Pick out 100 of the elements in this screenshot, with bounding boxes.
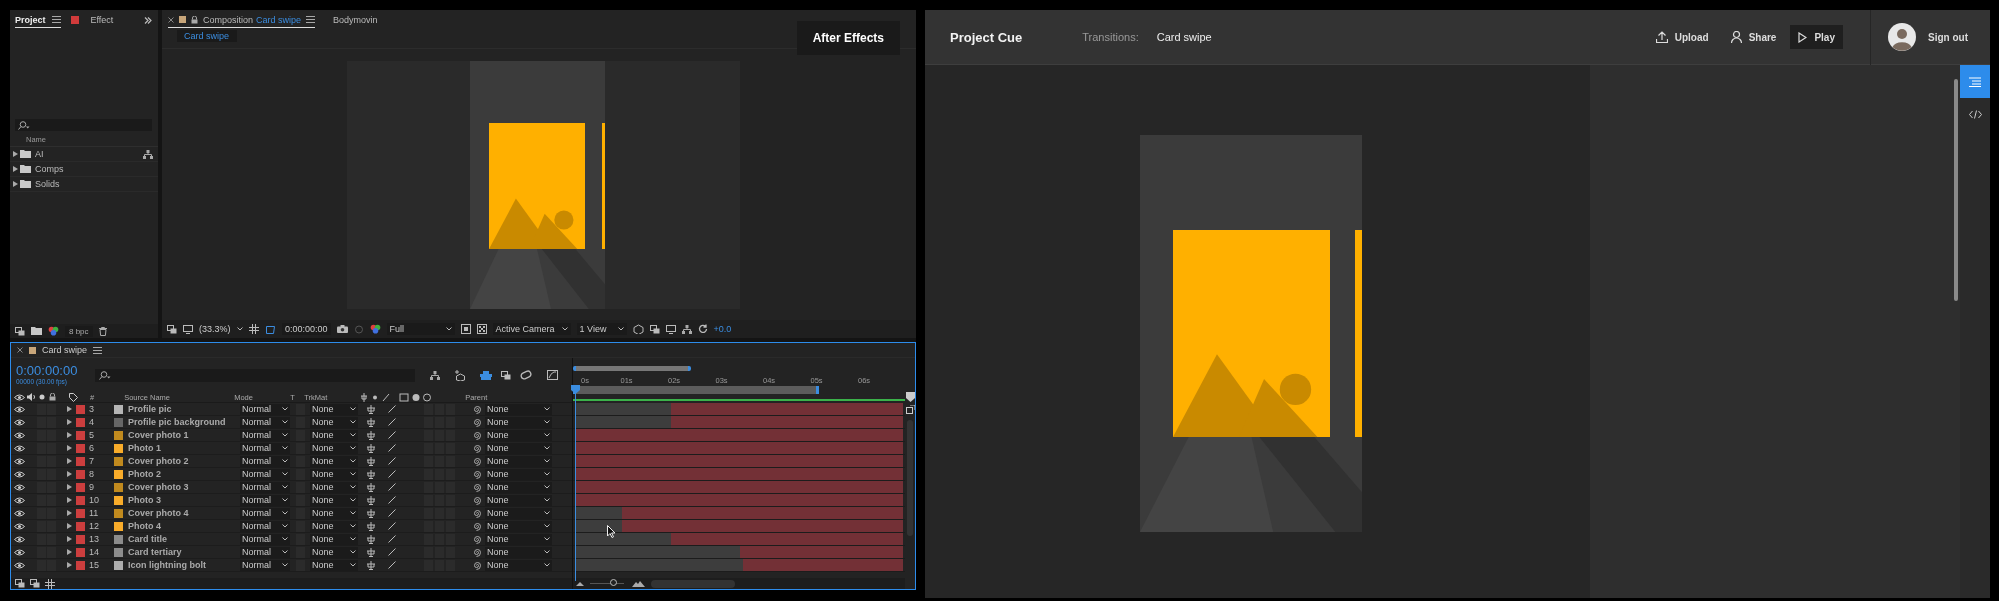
layer-color-swatch[interactable] xyxy=(114,508,123,518)
track-matte-dropdown[interactable]: None xyxy=(310,533,358,545)
layer-name[interactable]: Cover photo 2 xyxy=(128,456,238,466)
hierarchy-icon[interactable] xyxy=(430,370,440,380)
layer-color-swatch[interactable] xyxy=(114,534,123,544)
current-time[interactable]: 0:00:00:00 xyxy=(16,364,95,378)
menu-icon[interactable] xyxy=(93,346,103,354)
layer-color-swatch[interactable] xyxy=(114,404,123,414)
bit-depth-button[interactable]: 8 bpc xyxy=(65,325,93,337)
lock-icon[interactable] xyxy=(49,393,56,401)
track-matte-dropdown[interactable]: None xyxy=(310,520,358,532)
monitor-icon[interactable] xyxy=(665,324,676,334)
lock-icon[interactable] xyxy=(191,15,198,24)
track-matte-dropdown[interactable]: None xyxy=(310,442,358,454)
track-matte-dropdown[interactable]: None xyxy=(310,481,358,493)
color-channels-icon[interactable] xyxy=(369,324,381,334)
panel-tab[interactable]: Effect xyxy=(70,12,114,28)
track-matte-dropdown[interactable]: None xyxy=(310,468,358,480)
eye-icon[interactable] xyxy=(14,405,25,413)
region-icon[interactable] xyxy=(460,324,471,334)
layer-name[interactable]: Icon lightning bolt xyxy=(128,560,238,570)
expand-arrow-icon[interactable] xyxy=(67,484,72,490)
stack-icon[interactable] xyxy=(480,370,492,380)
eye-icon[interactable] xyxy=(14,470,25,478)
layers-icon[interactable] xyxy=(167,324,177,334)
folder-name[interactable]: Comps xyxy=(35,164,64,174)
parent-dropdown[interactable]: None xyxy=(485,416,552,428)
label-swatch[interactable] xyxy=(76,560,85,570)
label-swatch[interactable] xyxy=(76,404,85,414)
shy-icon[interactable] xyxy=(366,443,376,453)
label-swatch[interactable] xyxy=(76,534,85,544)
track-matte-dropdown[interactable]: None xyxy=(310,403,358,415)
refresh-icon[interactable] xyxy=(697,324,708,334)
parent-dropdown[interactable]: None xyxy=(485,455,552,467)
label-swatch[interactable] xyxy=(76,456,85,466)
layer-name[interactable]: Photo 1 xyxy=(128,443,238,453)
label-swatch[interactable] xyxy=(76,417,85,427)
playhead[interactable] xyxy=(571,385,580,581)
label-swatch[interactable] xyxy=(76,443,85,453)
parent-dropdown[interactable]: None xyxy=(485,520,552,532)
comp-button-icon[interactable] xyxy=(905,405,915,414)
track-matte-dropdown[interactable]: None xyxy=(310,546,358,558)
layer-name[interactable]: Profile pic background xyxy=(128,417,238,427)
sign-out-link[interactable]: Sign out xyxy=(1928,31,1968,43)
views-dropdown[interactable]: 1 View xyxy=(576,323,627,335)
search-field[interactable] xyxy=(15,119,152,131)
shy-icon[interactable] xyxy=(366,404,376,414)
shy-icon[interactable] xyxy=(366,560,376,570)
search-field[interactable] xyxy=(95,368,415,382)
expand-arrow-icon[interactable] xyxy=(67,536,72,542)
track-matte-dropdown[interactable]: None xyxy=(310,455,358,467)
switch-box[interactable] xyxy=(424,403,433,415)
composition-tab[interactable]: Composition Card swipe xyxy=(168,12,316,28)
expand-arrow-icon[interactable] xyxy=(67,419,72,425)
track-matte-dropdown[interactable]: None xyxy=(310,507,358,519)
menu-icon[interactable] xyxy=(306,16,316,23)
label-swatch[interactable] xyxy=(76,508,85,518)
resolution-dropdown[interactable]: Full xyxy=(386,323,455,335)
share-button[interactable]: Share xyxy=(1722,25,1785,49)
shy-icon[interactable] xyxy=(366,547,376,557)
exposure-value[interactable]: +0.0 xyxy=(713,324,732,334)
label-swatch[interactable] xyxy=(76,495,85,505)
expand-arrow-icon[interactable] xyxy=(67,445,72,451)
track-matte-dropdown[interactable]: None xyxy=(310,559,358,571)
layer-color-swatch[interactable] xyxy=(114,469,123,479)
shy-icon[interactable] xyxy=(366,417,376,427)
mode-dropdown[interactable]: Normal xyxy=(240,520,290,532)
expand-arrow-icon[interactable] xyxy=(67,406,72,412)
layer-color-swatch[interactable] xyxy=(114,547,123,557)
track-matte-dropdown[interactable]: None xyxy=(310,429,358,441)
layer-name[interactable]: Profile pic xyxy=(128,404,238,414)
shy-icon[interactable] xyxy=(366,430,376,440)
scrollbar-thumb[interactable] xyxy=(651,579,735,588)
folder-name[interactable]: AI xyxy=(35,149,44,159)
magnification-dropdown[interactable]: (33.3%) xyxy=(199,324,243,334)
label-swatch[interactable] xyxy=(29,346,36,354)
expand-arrow-icon[interactable] xyxy=(67,432,72,438)
grid-icon[interactable] xyxy=(249,324,259,334)
zoom-out-icon[interactable] xyxy=(576,581,584,586)
mode-dropdown[interactable]: Normal xyxy=(240,442,290,454)
graph-editor-icon[interactable] xyxy=(547,370,558,380)
comp-marker-icon[interactable] xyxy=(905,392,915,402)
grid-icon[interactable] xyxy=(45,578,55,589)
eye-icon[interactable] xyxy=(14,393,25,401)
parent-dropdown[interactable]: None xyxy=(485,546,552,558)
mode-dropdown[interactable]: Normal xyxy=(240,468,290,480)
parent-dropdown[interactable]: None xyxy=(485,403,552,415)
upload-button[interactable]: Upload xyxy=(1647,25,1717,49)
trash-icon[interactable] xyxy=(98,326,107,336)
layer-color-swatch[interactable] xyxy=(114,456,123,466)
parent-dropdown[interactable]: None xyxy=(485,507,552,519)
expand-arrow-icon[interactable] xyxy=(67,510,72,516)
eye-icon[interactable] xyxy=(14,496,25,504)
parent-dropdown[interactable]: None xyxy=(485,468,552,480)
camera-dropdown[interactable]: Active Camera xyxy=(492,323,571,335)
mode-dropdown[interactable]: Normal xyxy=(240,559,290,571)
expand-arrow-icon[interactable] xyxy=(67,523,72,529)
layer-name[interactable]: Card title xyxy=(128,534,238,544)
track-matte-dropdown[interactable]: None xyxy=(310,416,358,428)
zoom-in-icon[interactable] xyxy=(632,580,645,587)
